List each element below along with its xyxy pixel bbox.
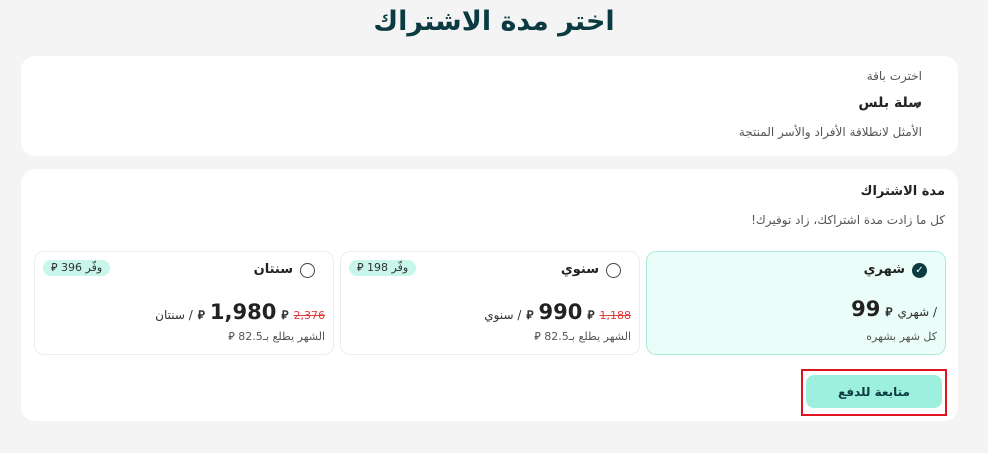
riyal-icon: ⃁ <box>526 308 534 322</box>
radio-checked-icon[interactable]: ✓ <box>912 263 927 278</box>
save-badge: وفّر 198 ⃁ <box>349 260 417 276</box>
riyal-icon: ⃁ <box>197 308 205 322</box>
selected-plan-description: الأمثل لانطلاقة الأفراد والأسر المنتجة <box>738 125 922 139</box>
option-two-years[interactable]: سنتان وفّر 396 ⃁ 2,376 ⃁ 1,980 ⃁ / سنتان… <box>34 251 334 355</box>
old-price: 1,188 <box>599 309 632 322</box>
radio-unchecked-icon[interactable] <box>300 263 315 278</box>
riyal-icon: ⃁ <box>587 308 595 322</box>
price-row: / شهري ⃁ 99 <box>851 297 937 321</box>
riyal-icon: ⃁ <box>228 330 235 343</box>
price-note: الشهر يطلع بـ82.5 ⃁ <box>228 330 325 343</box>
price-period: / سنوي <box>484 308 522 322</box>
price-note: كل شهر بشهره <box>866 330 937 343</box>
save-badge: وفّر 396 ⃁ <box>43 260 111 276</box>
subscription-heading: مدة الاشتراك <box>860 184 945 199</box>
option-monthly[interactable]: ✓ شهري / شهري ⃁ 99 كل شهر بشهره <box>646 251 946 355</box>
page-title: اختر مدة الاشتراك <box>373 6 615 37</box>
option-name: شهري <box>863 262 905 277</box>
continue-to-payment-button[interactable]: متابعة للدفع <box>806 375 942 408</box>
selected-plan-card <box>21 56 958 156</box>
riyal-icon: ⃁ <box>357 261 364 274</box>
riyal-icon: ⃁ <box>534 330 541 343</box>
option-name: سنوي <box>560 262 599 277</box>
option-name: سنتان <box>253 262 293 277</box>
price-note: الشهر يطلع بـ82.5 ⃁ <box>534 330 631 343</box>
riyal-icon: ⃁ <box>885 305 893 319</box>
price-period: / سنتان <box>155 308 193 322</box>
price-row: 2,376 ⃁ 1,980 ⃁ / سنتان <box>155 300 325 324</box>
riyal-icon: ⃁ <box>51 261 58 274</box>
price-amount: 1,980 <box>209 300 277 324</box>
arrow-right-icon[interactable]: → <box>908 96 921 114</box>
option-yearly[interactable]: سنوي وفّر 198 ⃁ 1,188 ⃁ 990 ⃁ / سنوي الش… <box>340 251 640 355</box>
subscription-subheading: كل ما زادت مدة اشتراكك، زاد توفيرك! <box>751 213 945 227</box>
price-amount: 990 <box>538 300 583 324</box>
old-price: 2,376 <box>293 309 326 322</box>
price-row: 1,188 ⃁ 990 ⃁ / سنوي <box>484 300 631 324</box>
selected-plan-label: اخترت باقة <box>866 69 922 83</box>
riyal-icon: ⃁ <box>281 308 289 322</box>
radio-unchecked-icon[interactable] <box>606 263 621 278</box>
price-amount: 99 <box>851 297 881 321</box>
price-period: / شهري <box>897 305 937 319</box>
